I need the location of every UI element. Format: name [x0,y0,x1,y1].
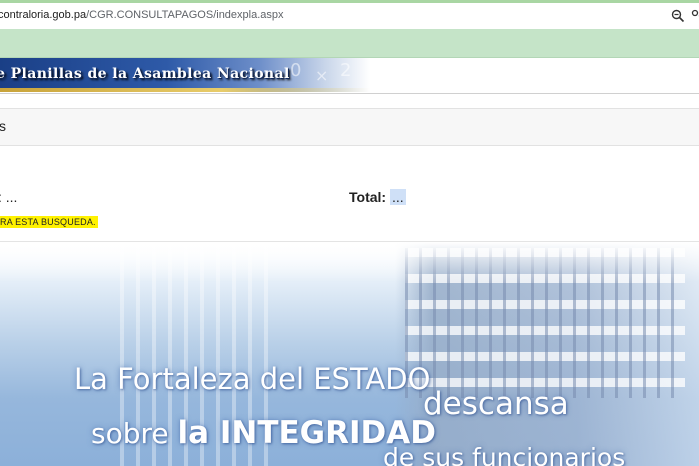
divider [0,93,699,94]
total-value[interactable]: ... [389,189,406,205]
url-domain: contraloria.gob.pa [0,9,87,21]
share-icon[interactable] [688,6,699,26]
decorative-digit: 0 [290,60,302,81]
browser-infobar [0,29,699,58]
header-banner: 0 × 2 e Planillas de la Asamblea Naciona… [0,58,370,92]
hero-image: La Fortaleza del ESTADO descansa sobre l… [0,242,699,466]
result-count-label: : ... [0,189,18,205]
address-bar[interactable]: contraloria.gob.pa/CGR.CONSULTAPAGOS/ind… [0,3,699,30]
decorative-digit: 2 [340,60,352,81]
section-header: s [0,108,699,146]
hero-fade [0,242,699,282]
result-count: : ... [0,189,17,205]
section-title: s [0,118,6,134]
decorative-digit: × [315,66,329,85]
zoom-icon[interactable] [668,6,688,26]
url-text[interactable]: contraloria.gob.pa/CGR.CONSULTAPAGOS/ind… [0,9,284,21]
slogan-line-2: descansa [423,386,569,422]
url-path: /CGR.CONSULTAPAGOS/indexpla.aspx [86,9,284,21]
slogan-line-1: La Fortaleza del ESTADO [74,362,431,396]
total-label: Total: [349,189,387,205]
slogan-line-4: de sus funcionarios [383,443,626,466]
total-field: Total: ... [349,189,406,205]
banner-title: e Planillas de la Asamblea Nacional [0,66,290,82]
no-results-alert: RA ESTA BUSQUEDA. [0,216,98,228]
slogan-line-3-prefix: sobre [91,417,178,450]
